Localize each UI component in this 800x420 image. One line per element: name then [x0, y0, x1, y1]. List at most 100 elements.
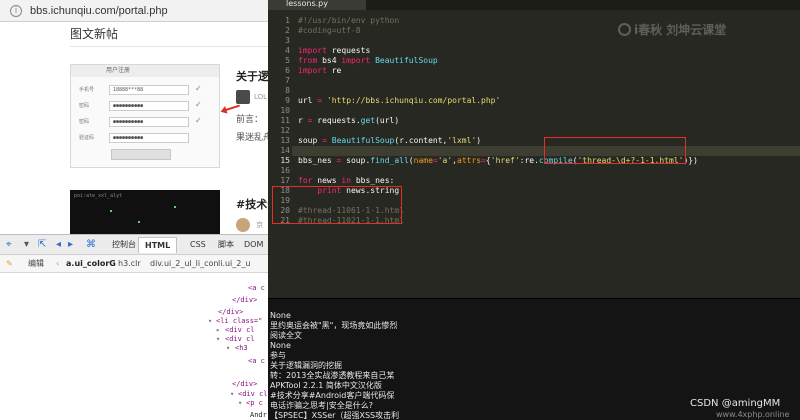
info-icon[interactable]: i: [10, 5, 22, 17]
cursor-icon[interactable]: ⇱: [38, 239, 46, 251]
tab-label[interactable]: lessons.py: [286, 0, 328, 9]
form-row-field: ●●●●●●●●●●: [109, 133, 189, 143]
line-number: 10: [280, 106, 290, 115]
dom-node[interactable]: <h3: [235, 343, 248, 353]
watermark: i春秋 刘坤云课堂: [618, 22, 726, 38]
post-author[interactable]: 京: [256, 221, 263, 230]
tab-dom[interactable]: DOM: [244, 239, 263, 251]
breadcrumb-item[interactable]: 编辑: [28, 258, 44, 270]
post-title[interactable]: #技术分: [236, 198, 268, 212]
ichunqiu-logo-icon: [618, 23, 631, 36]
console-line: 电话诈骗之思考|安全是什么?: [270, 401, 373, 410]
code-line[interactable]: r = requests.get(url): [298, 116, 399, 126]
dom-node[interactable]: <p c: [246, 398, 263, 408]
tab-css[interactable]: CSS: [190, 239, 206, 251]
check-icon: ✓: [195, 100, 202, 109]
edit-icon[interactable]: ✎: [6, 258, 13, 270]
breadcrumb-item[interactable]: a.ui_colorG: [66, 258, 116, 270]
dom-node[interactable]: </div>: [232, 379, 257, 389]
code-line[interactable]: from bs4 import BeautifulSoup: [298, 56, 438, 66]
line-number: 12: [280, 126, 290, 135]
post-author[interactable]: LOL: [254, 93, 267, 102]
code-line[interactable]: import requests: [298, 46, 370, 56]
chevron-left-icon[interactable]: ‹: [56, 258, 59, 270]
line-number: 9: [285, 96, 290, 105]
address-bar[interactable]: i bbs.ichunqiu.com/portal.php: [0, 0, 268, 22]
line-number-gutter: 1 2 3 4 5 6 7 8 9 10 11 12 13 14 15 16 17 18 19 20 21: [268, 10, 292, 298]
check-icon: ✓: [195, 84, 202, 93]
code-line[interactable]: for news in bbs_nes:: [298, 176, 394, 186]
watermark-text: i春秋 刘坤云课堂: [634, 23, 727, 37]
code-line[interactable]: soup = BeautifulSoup(r.content,'lxml'): [298, 136, 481, 146]
form-row-field: 18888***88: [109, 85, 189, 95]
expand-triangle-icon[interactable]: ▾: [238, 398, 242, 408]
code-line[interactable]: url = 'http://bbs.ichunqiu.com/portal.ph…: [298, 96, 500, 106]
line-number: 13: [280, 136, 290, 145]
back-icon[interactable]: ◂: [56, 239, 61, 251]
form-row-label: 密码: [79, 103, 90, 109]
dom-node[interactable]: <a c: [248, 283, 265, 293]
form-submit-button: [111, 149, 171, 160]
form-row: 手机号 18888***88 ✓: [79, 84, 211, 95]
code-line[interactable]: import re: [298, 66, 341, 76]
web-page: 图文新帖 用户注册 手机号 18888***88 ✓ 密码 ●●●●●●●●●●…: [0, 22, 268, 234]
line-number: 8: [285, 86, 290, 95]
line-number: 2: [285, 26, 290, 35]
line-number: 6: [285, 66, 290, 75]
expand-triangle-icon[interactable]: ▾: [230, 389, 234, 399]
console-line: 关于逻辑漏洞的挖掘: [270, 361, 342, 370]
dom-text-node[interactable]: Andr: [250, 410, 267, 420]
breadcrumb-item[interactable]: li.ui_2_u: [218, 258, 250, 270]
line-number: 15: [280, 156, 290, 165]
code-editor[interactable]: lessons.py 1 2 3 4 5 6 7 8 9 10 11 12 13 14 15 16 17 18 19…: [268, 0, 800, 298]
tab-lessons-py[interactable]: lessons.py: [268, 0, 366, 10]
tab-console[interactable]: 控制台: [112, 239, 136, 251]
line-number: 3: [285, 36, 290, 45]
current-line-highlight: [268, 146, 800, 156]
inspect-icon[interactable]: ⌖: [6, 239, 12, 251]
line-number: 7: [285, 76, 290, 85]
form-row-label: 手机号: [79, 87, 95, 93]
tab-script[interactable]: 脚本: [218, 239, 234, 251]
form-row: 密码 ●●●●●●●●●● ✓: [79, 116, 211, 127]
expand-triangle-icon[interactable]: ▾: [208, 316, 212, 326]
dom-tree: <a c </div> </div> ▾ <li class=" ▸ <div …: [0, 273, 268, 420]
post-thumbnail-dark[interactable]: poi:ate_xxl_alyt: [70, 190, 220, 234]
code-line[interactable]: #coding=utf-8: [298, 26, 361, 36]
post-thumbnail-login-form[interactable]: 用户注册 手机号 18888***88 ✓ 密码 ●●●●●●●●●● ✓ 密码…: [70, 64, 220, 168]
avatar[interactable]: [236, 218, 250, 232]
breadcrumb: ✎ 编辑 ‹ a.ui_colorG h3.clr div.ui_2_ul_li…: [0, 255, 268, 273]
line-number: 11: [280, 116, 290, 125]
section-title: 图文新帖: [70, 27, 119, 41]
avatar[interactable]: [236, 90, 250, 104]
post-excerpt: 前言：: [236, 115, 264, 125]
form-row-label: 验证码: [79, 135, 95, 141]
console-line: APKTool 2.2.1 简体中文汉化版: [270, 381, 382, 390]
forward-icon[interactable]: ▸: [68, 239, 73, 251]
red-arrow-icon: [224, 104, 240, 112]
dom-node[interactable]: </div>: [232, 295, 257, 305]
expand-triangle-icon[interactable]: ▾: [226, 343, 230, 353]
console-line: None: [270, 341, 291, 350]
console-line: 里约奥运会被"黑"，现场竟如此惨烈: [270, 321, 398, 330]
thumbnail-dot: [174, 206, 176, 208]
section-divider: [70, 46, 268, 47]
chevron-down-icon[interactable]: ▾: [24, 239, 29, 251]
code-line[interactable]: #!/usr/bin/env python: [298, 16, 399, 26]
console-line: 参与: [270, 351, 286, 360]
breadcrumb-item[interactable]: div.ui_2_ul_li_con: [150, 258, 218, 270]
breadcrumb-item[interactable]: h3.clr: [118, 258, 141, 270]
address-url[interactable]: bbs.ichunqiu.com/portal.php: [30, 4, 168, 18]
thumbnail-text: poi:ate_xxl_alyt: [74, 193, 123, 199]
dom-node[interactable]: <a c: [248, 356, 265, 366]
post-title[interactable]: 关于逻: [236, 70, 268, 84]
console-line: None: [270, 311, 291, 320]
tab-html[interactable]: HTML: [138, 237, 178, 253]
thumbnail-dot: [138, 221, 140, 223]
expand-triangle-icon[interactable]: ▾: [216, 334, 220, 344]
post-excerpt: 果迷乱舟: [236, 133, 268, 143]
form-row-field: ●●●●●●●●●●: [109, 117, 189, 127]
line-number: 17: [280, 176, 290, 185]
browser-window: i bbs.ichunqiu.com/portal.php 图文新帖 用户注册 …: [0, 0, 268, 420]
command-line-icon[interactable]: ⌘: [86, 239, 96, 251]
